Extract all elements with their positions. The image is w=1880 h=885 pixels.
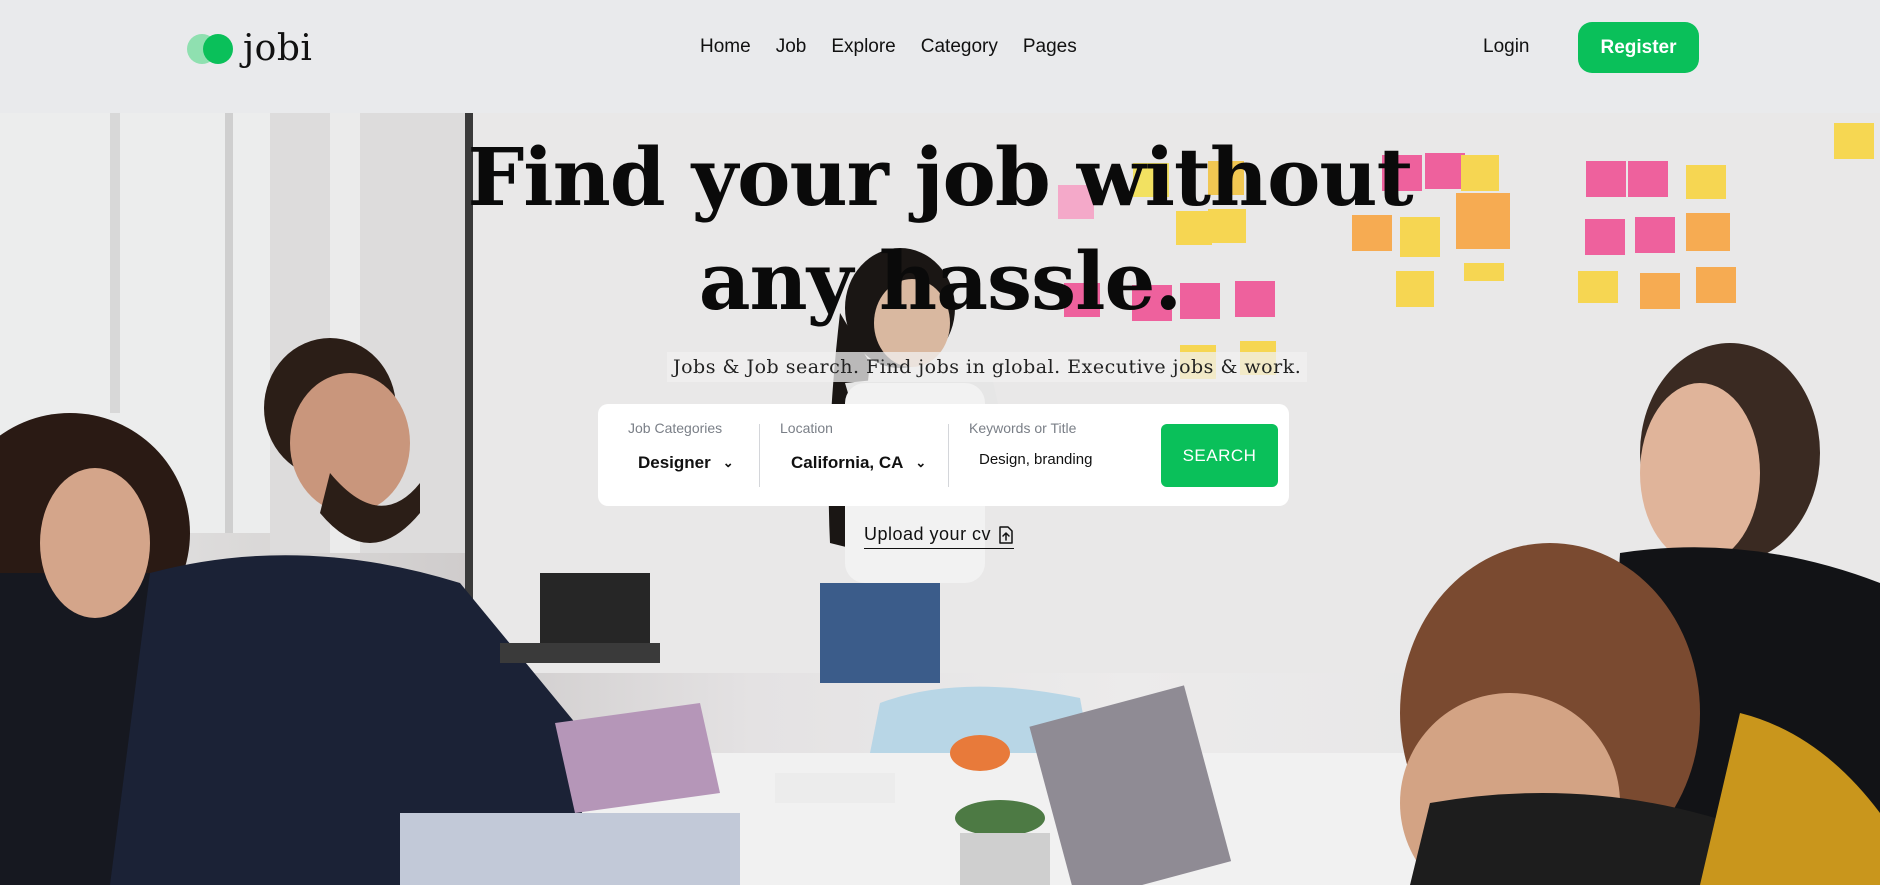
chevron-down-icon: ⌄ [722, 455, 734, 470]
site-header: jobi Home Job Explore Category Pages Log… [0, 0, 1880, 113]
job-category-label: Job Categories [628, 420, 723, 436]
upload-cv-label: Upload your cv [864, 524, 992, 544]
job-category-value: Designer [638, 453, 711, 472]
hero-title-line-2: any hassle. [698, 234, 1183, 328]
chevron-down-icon: ⌄ [915, 455, 927, 470]
job-search-form: Job Categories Designer ⌄ Location Calif… [598, 404, 1289, 506]
search-button[interactable]: SEARCH [1161, 424, 1278, 487]
upload-file-icon [999, 525, 1013, 544]
logo-text: jobi [243, 28, 313, 69]
field-divider [759, 424, 760, 487]
nav-job[interactable]: Job [776, 36, 807, 58]
hero-subtitle: Jobs & Job search. Find jobs in global. … [667, 352, 1308, 382]
hero-title-line-1: Find your job without [467, 130, 1413, 224]
login-link[interactable]: Login [1483, 36, 1530, 58]
nav-explore[interactable]: Explore [831, 36, 895, 58]
logo-mark-icon [187, 33, 235, 65]
keywords-label: Keywords or Title [969, 420, 1077, 436]
location-select[interactable]: Location California, CA ⌄ [780, 420, 926, 473]
main-nav: Home Job Explore Category Pages [700, 36, 1077, 58]
keywords-input[interactable]: Design, branding [979, 451, 1092, 468]
job-category-select[interactable]: Job Categories Designer ⌄ [628, 420, 734, 473]
nav-category[interactable]: Category [921, 36, 998, 58]
location-value: California, CA [791, 453, 904, 472]
hero-section: Find your job without any hassle. Jobs &… [0, 113, 1880, 885]
register-button[interactable]: Register [1578, 22, 1699, 73]
keywords-field[interactable]: Keywords or Title Design, branding [969, 420, 1092, 468]
nav-pages[interactable]: Pages [1023, 36, 1077, 58]
upload-cv-link[interactable]: Upload your cv [864, 524, 1015, 549]
location-label: Location [780, 420, 833, 436]
logo[interactable]: jobi [187, 28, 312, 69]
hero-title: Find your job without any hassle. [0, 125, 1880, 333]
field-divider [948, 424, 949, 487]
nav-home[interactable]: Home [700, 36, 751, 58]
